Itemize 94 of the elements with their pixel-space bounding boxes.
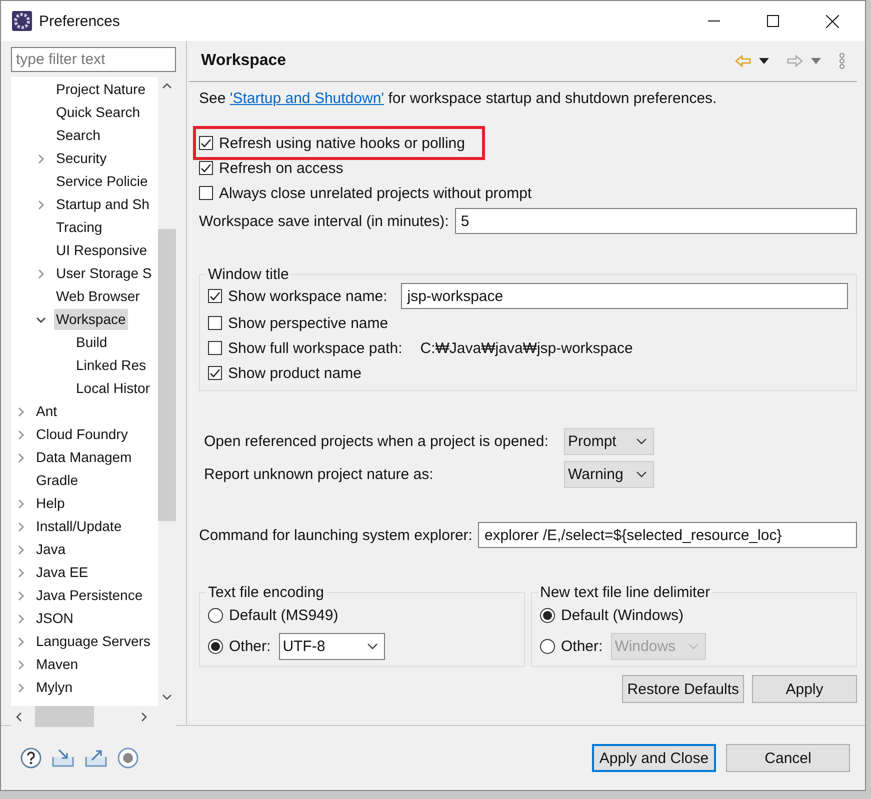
window-title: Preferences	[39, 12, 120, 30]
export-icon[interactable]	[84, 748, 108, 768]
app-icon	[12, 11, 32, 31]
close-icon[interactable]	[826, 14, 839, 28]
chevron-down-icon	[366, 642, 378, 650]
checkbox-label: Refresh on access	[219, 160, 344, 176]
apply-button[interactable]: Apply	[752, 675, 857, 703]
checkbox-label: Show perspective name	[228, 314, 388, 332]
tree-item[interactable]: Language Servers	[34, 631, 152, 652]
tree-item[interactable]: Search	[54, 125, 102, 146]
restore-defaults-button[interactable]: Restore Defaults	[622, 675, 744, 703]
tree-item[interactable]: Security	[54, 148, 109, 169]
tree-item[interactable]: Web Browser	[54, 286, 142, 307]
tree-item[interactable]: Ant	[34, 401, 60, 422]
group-title: New text file line delimiter	[539, 584, 712, 601]
cancel-button[interactable]: Cancel	[726, 744, 850, 772]
radio-label: Default (Windows)	[561, 606, 684, 624]
tree-item[interactable]: Quick Search	[54, 102, 142, 123]
chevron-down-icon	[688, 642, 699, 650]
import-icon[interactable]	[51, 748, 75, 768]
scroll-right-icon[interactable]	[140, 712, 148, 722]
back-arrow-icon[interactable]	[735, 55, 751, 67]
maximize-icon[interactable]	[767, 15, 779, 27]
check-icon	[209, 367, 221, 379]
forward-arrow-icon[interactable]	[787, 55, 803, 67]
checkbox-label: Show full workspace path:	[228, 340, 402, 356]
chevron-down-icon	[636, 471, 647, 478]
radio-button[interactable]: Default (MS949)	[208, 604, 338, 626]
tree-item[interactable]: Java	[34, 539, 68, 560]
field-label: Workspace save interval (in minutes):	[199, 212, 449, 230]
dropdown[interactable]: Prompt	[564, 428, 654, 455]
intro-text: See 'Startup and Shutdown' for workspace startup and shutdown preferences.	[199, 90, 718, 107]
tree-item[interactable]: Project Nature	[54, 79, 148, 100]
group-title: Window title	[207, 266, 290, 283]
checkbox-label: Always close unrelated projects without prompt	[219, 184, 532, 202]
checkbox-label: Refresh using native hooks or polling	[219, 134, 465, 152]
radio-button[interactable]: Default (Windows)	[540, 604, 684, 626]
tree-item[interactable]: UI Responsive	[54, 240, 150, 261]
check-icon	[209, 290, 221, 302]
workspace-name-field[interactable]: jsp-workspace	[401, 283, 848, 309]
workspace-path: C:₩Java₩java₩jsp-workspace	[420, 340, 633, 356]
scroll-up-icon[interactable]	[162, 82, 172, 90]
tree-item[interactable]: Service Policie	[54, 171, 150, 192]
checkbox-label: Show product name	[228, 364, 362, 382]
page-title: Workspace	[201, 52, 286, 70]
checkbox[interactable]: Show full workspace path:	[208, 337, 402, 359]
help-icon[interactable]	[20, 747, 42, 769]
tree-item[interactable]: User Storage S	[54, 263, 154, 284]
tree-item[interactable]: Startup and Sh	[54, 194, 152, 215]
dropdown-label: Open referenced projects when a project is opened:	[204, 433, 550, 450]
checkbox[interactable]: Refresh on access	[199, 157, 344, 179]
tree-item[interactable]: Local Histor	[74, 378, 152, 399]
dropdown[interactable]: Warning	[564, 461, 654, 488]
radio-label: Other:	[561, 638, 603, 654]
radio-label: Other:	[229, 638, 271, 654]
checkbox[interactable]: Always close unrelated projects without prompt	[199, 182, 532, 204]
tree-item[interactable]: Java EE	[34, 562, 90, 583]
explorer-command-field[interactable]: explorer /E,/select=${selected_resource_loc}	[478, 522, 857, 548]
startup-shutdown-link[interactable]: 'Startup and Shutdown'	[230, 90, 384, 107]
filter-field[interactable]: type filter text	[11, 47, 176, 72]
group-title: Text file encoding	[207, 584, 325, 601]
tree-item[interactable]: Gradle	[34, 470, 80, 491]
tree-item[interactable]: Workspace	[54, 309, 128, 330]
tree-item[interactable]: Java Persistence	[34, 585, 145, 606]
checkbox-label: Show workspace name:	[228, 288, 388, 304]
radio-button[interactable]: Other:	[208, 635, 271, 657]
apply-and-close-button[interactable]: Apply and Close	[592, 744, 716, 772]
dropdown-triangle-icon[interactable]	[759, 58, 769, 64]
checkbox[interactable]: Show perspective name	[208, 312, 388, 334]
record-icon[interactable]	[117, 747, 139, 769]
scroll-left-icon[interactable]	[15, 712, 23, 722]
scroll-down-icon[interactable]	[162, 693, 172, 701]
checkbox[interactable]: Show workspace name:	[208, 285, 388, 307]
dropdown-label: Report unknown project nature as:	[204, 466, 434, 483]
tree-item[interactable]: Linked Res	[74, 355, 148, 376]
tree-item[interactable]: Data Managem	[34, 447, 134, 468]
check-icon	[200, 162, 212, 174]
dropdown[interactable]: UTF-8	[278, 632, 385, 660]
tree-item[interactable]: Build	[74, 332, 110, 353]
tree-item[interactable]: Tracing	[54, 217, 104, 238]
checkbox[interactable]: Show product name	[208, 362, 362, 384]
save-interval-field[interactable]: 5	[454, 208, 857, 234]
radio-label: Default (MS949)	[229, 606, 338, 624]
tree-item[interactable]: Maven	[34, 654, 80, 675]
chevron-down-icon	[636, 438, 647, 445]
tree-item[interactable]: Install/Update	[34, 516, 124, 537]
tree-item[interactable]: Mylyn	[34, 677, 75, 698]
menu-icon[interactable]	[839, 53, 845, 69]
field-label: Command for launching system explorer:	[199, 526, 472, 544]
tree-item[interactable]: Help	[34, 493, 67, 514]
tree-item[interactable]: Cloud Foundry	[34, 424, 130, 445]
check-icon	[200, 137, 212, 149]
checkbox[interactable]: Refresh using native hooks or polling	[199, 132, 465, 154]
tree-item[interactable]: JSON	[34, 608, 76, 629]
